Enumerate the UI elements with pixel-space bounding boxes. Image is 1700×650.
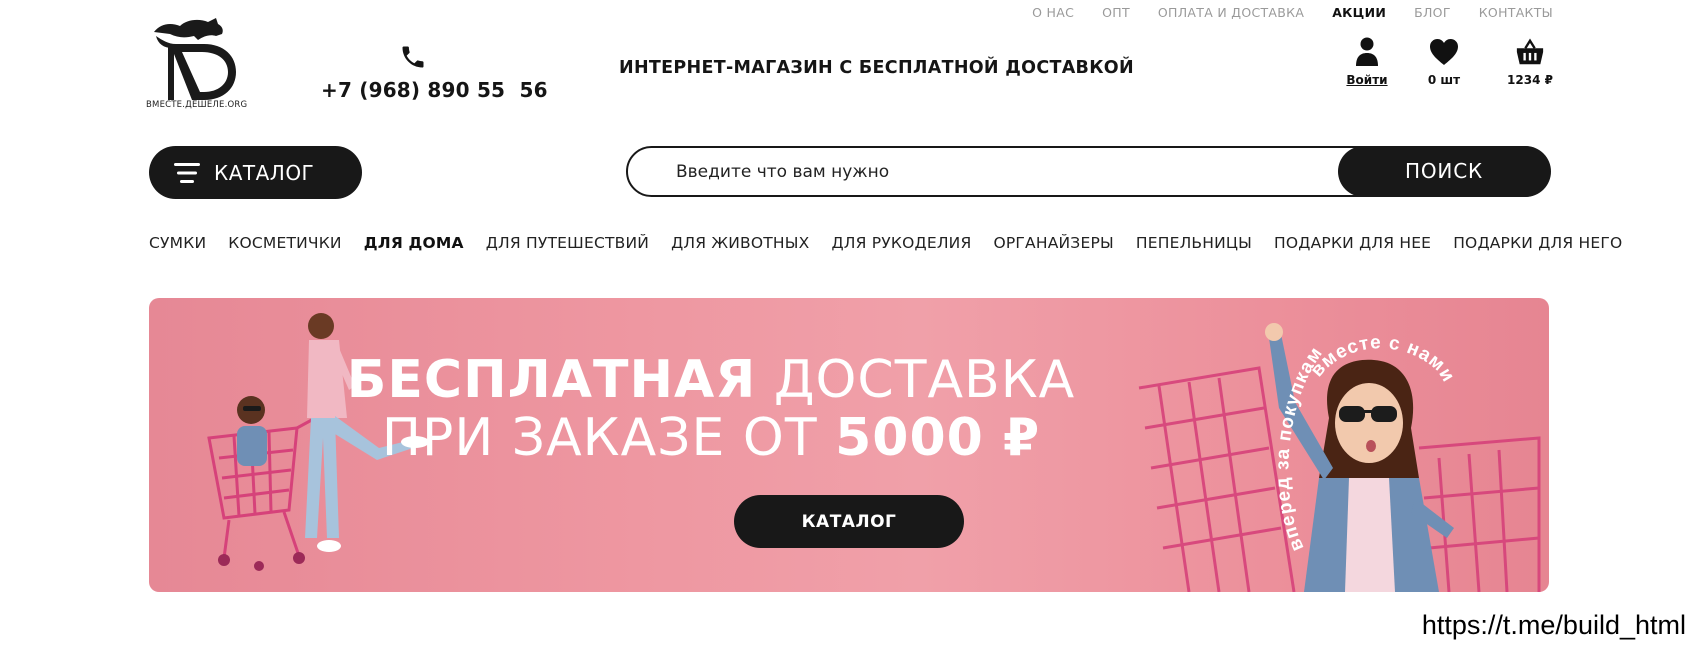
top-nav-wholesale[interactable]: ОПТ (1102, 5, 1130, 20)
store-slogan: ИНТЕРНЕТ-МАГАЗИН С БЕСПЛАТНОЙ ДОСТАВКОЙ (619, 58, 1134, 78)
top-nav-contacts[interactable]: КОНТАКТЫ (1479, 5, 1553, 20)
category-organizers[interactable]: ОРГАНАЙЗЕРЫ (993, 234, 1113, 252)
category-for-pets[interactable]: ДЛЯ ЖИВОТНЫХ (671, 234, 809, 252)
banner-headline-line-2: ПРИ ЗАКАЗЕ ОТ 5000 ₽ (149, 412, 1549, 464)
search-bar: ПОИСК (626, 145, 1551, 197)
category-ashtrays[interactable]: ПЕПЕЛЬНИЦЫ (1136, 234, 1252, 252)
user-icon (1356, 37, 1378, 66)
cart-action[interactable]: 1234 ₽ (1495, 36, 1565, 87)
cart-total: 1234 ₽ (1507, 73, 1553, 87)
catalog-button-label: КАТАЛОГ (214, 160, 315, 185)
top-nav-promotions[interactable]: АКЦИИ (1332, 5, 1386, 20)
promo-banner: вперед за покупками вместе с нами БЕСПЛА… (149, 298, 1549, 592)
top-nav-blog[interactable]: БЛОГ (1414, 5, 1451, 20)
catalog-button[interactable]: КАТАЛОГ (149, 146, 362, 199)
banner-line1-bold: БЕСПЛАТНАЯ (346, 350, 757, 410)
heart-icon (1430, 39, 1458, 65)
top-nav-payment-delivery[interactable]: ОПЛАТА И ДОСТАВКА (1158, 5, 1304, 20)
category-bags[interactable]: СУМКИ (149, 234, 206, 252)
search-input[interactable] (676, 148, 1316, 195)
category-for-needlework[interactable]: ДЛЯ РУКОДЕЛИЯ (831, 234, 971, 252)
banner-catalog-button[interactable]: КАТАЛОГ (734, 495, 964, 548)
category-gifts-for-her[interactable]: ПОДАРКИ ДЛЯ НЕЕ (1274, 234, 1431, 252)
phone-icon (402, 46, 424, 68)
banner-line2-bold: 5000 ₽ (835, 408, 1041, 468)
category-gifts-for-him[interactable]: ПОДАРКИ ДЛЯ НЕГО (1453, 234, 1622, 252)
watermark-link: https://t.me/build_html (1421, 610, 1686, 640)
banner-line1-thin: ДОСТАВКА (773, 350, 1076, 410)
category-for-travel[interactable]: ДЛЯ ПУТЕШЕСТВИЙ (486, 234, 649, 252)
category-nav: СУМКИ КОСМЕТИЧКИ ДЛЯ ДОМА ДЛЯ ПУТЕШЕСТВИ… (149, 234, 1622, 252)
top-nav-about[interactable]: О НАС (1032, 5, 1074, 20)
menu-icon (174, 162, 200, 183)
logo-caption: ВМЕСТЕ.ДЕШЕЛЕ.ORG (146, 100, 248, 110)
banner-headline-line-1: БЕСПЛАТНАЯ ДОСТАВКА (149, 354, 1549, 406)
category-cosmetic-bags[interactable]: КОСМЕТИЧКИ (228, 234, 341, 252)
favorites-action[interactable]: 0 шт (1409, 36, 1479, 87)
search-button[interactable]: ПОИСК (1337, 145, 1551, 197)
login-action[interactable]: Войти (1332, 36, 1402, 87)
phone-number[interactable]: +7 (968) 890 55 56 (321, 78, 548, 102)
top-nav: О НАС ОПТ ОПЛАТА И ДОСТАВКА АКЦИИ БЛОГ К… (1004, 5, 1553, 20)
basket-icon (1516, 38, 1544, 65)
bull-logo-icon[interactable] (146, 14, 246, 110)
category-for-home[interactable]: ДЛЯ ДОМА (364, 234, 464, 252)
login-label[interactable]: Войти (1332, 73, 1402, 87)
favorites-count: 0 шт (1427, 73, 1461, 87)
banner-line2-thin: ПРИ ЗАКАЗЕ ОТ (381, 408, 818, 468)
